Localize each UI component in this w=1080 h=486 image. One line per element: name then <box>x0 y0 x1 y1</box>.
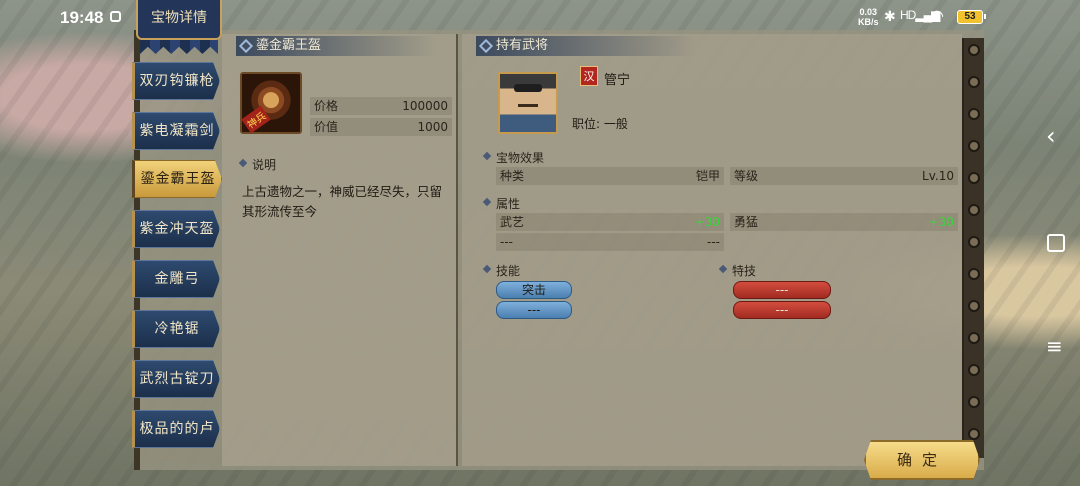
attribute-row-1: 武艺 +30 <box>496 213 724 231</box>
item-tab-5[interactable]: 金雕弓 <box>132 260 220 298</box>
treasure-icon: 神兵 <box>240 72 302 134</box>
diamond-icon <box>478 38 494 54</box>
general-position: 职位: 一般 <box>572 117 628 131</box>
treasure-badge: 神兵 <box>241 105 271 134</box>
attribute-2-value: +30 <box>928 215 954 229</box>
type-label: 种类 <box>500 169 525 183</box>
special-skill-button-2[interactable]: --- <box>733 301 831 319</box>
type-value: 铠甲 <box>695 169 720 183</box>
type-row: 种类 铠甲 <box>496 167 724 185</box>
attribute-3-value: --- <box>707 235 720 249</box>
attributes-label: 属性 <box>482 195 520 212</box>
clock: 19:48 <box>60 8 104 27</box>
attribute-row-2: 勇猛 +30 <box>730 213 958 231</box>
item-tab-4[interactable]: 紫金冲天盔 <box>132 210 220 248</box>
holder-header: 持有武将 <box>476 36 696 56</box>
attribute-3-name: --- <box>500 235 513 249</box>
treasure-description: 上古遗物之一，神威已经尽失，只留其形流传至今 <box>242 184 443 219</box>
network-speed: 0.03 KB/s <box>858 7 879 27</box>
treasure-name-header: 鎏金霸王盔 <box>236 36 436 56</box>
attribute-1-name: 武艺 <box>500 215 525 229</box>
network-speed-unit: KB/s <box>858 17 879 27</box>
price-label: 价格 <box>314 99 339 113</box>
price-value: 100000 <box>402 99 448 113</box>
diamond-icon <box>238 38 254 54</box>
worth-row: 价值 1000 <box>310 118 452 136</box>
level-row: 等级 Lv.10 <box>730 167 958 185</box>
item-tab-8[interactable]: 极品的的卢 <box>132 410 220 448</box>
price-row: 价格 100000 <box>310 97 452 115</box>
special-skill-button-1[interactable]: --- <box>733 281 831 299</box>
attribute-1-value: +30 <box>694 215 720 229</box>
home-icon[interactable] <box>1047 234 1065 252</box>
skill-button-1[interactable]: 突击 <box>496 281 572 299</box>
attribute-2-name: 勇猛 <box>734 215 759 229</box>
wifi-icon: ◠ <box>930 8 944 25</box>
item-tab-3-selected[interactable]: 鎏金霸王盔 <box>132 160 222 198</box>
attribute-row-3: --- --- <box>496 233 724 251</box>
menu-icon[interactable]: ≡ <box>1046 336 1066 358</box>
treasure-name: 鎏金霸王盔 <box>256 38 322 53</box>
worth-value: 1000 <box>417 120 448 134</box>
confirm-button[interactable]: 确定 <box>864 440 980 480</box>
worth-label: 价值 <box>314 120 339 134</box>
general-name: 管宁 <box>604 73 631 88</box>
effects-label: 宝物效果 <box>482 149 544 166</box>
general-portrait[interactable] <box>498 72 558 134</box>
skills-label: 技能 <box>482 262 520 279</box>
battery-icon: 53 <box>957 10 986 24</box>
page-title: 宝物详情 <box>136 0 222 40</box>
holder-header-label: 持有武将 <box>496 38 549 53</box>
signal-label: HD <box>900 8 916 22</box>
skill-button-2[interactable]: --- <box>496 301 572 319</box>
level-value: Lv.10 <box>922 169 954 183</box>
faction-badge: 汉 <box>580 66 598 86</box>
notification-icon <box>110 11 121 22</box>
description-label: 说明 <box>238 156 276 173</box>
back-icon[interactable]: ‹ <box>1046 122 1066 152</box>
item-tab-2[interactable]: 紫电凝霜剑 <box>132 112 220 150</box>
item-tab-6[interactable]: 冷艳锯 <box>132 310 220 348</box>
network-speed-value: 0.03 <box>859 7 878 17</box>
item-tab-1[interactable]: 双刃钩镰枪 <box>132 62 220 100</box>
item-tab-7[interactable]: 武烈古锭刀 <box>132 360 220 398</box>
special-skills-label: 特技 <box>718 262 756 279</box>
book-binding <box>962 38 984 458</box>
bluetooth-icon: ✱ <box>884 8 896 24</box>
level-label: 等级 <box>734 169 759 183</box>
